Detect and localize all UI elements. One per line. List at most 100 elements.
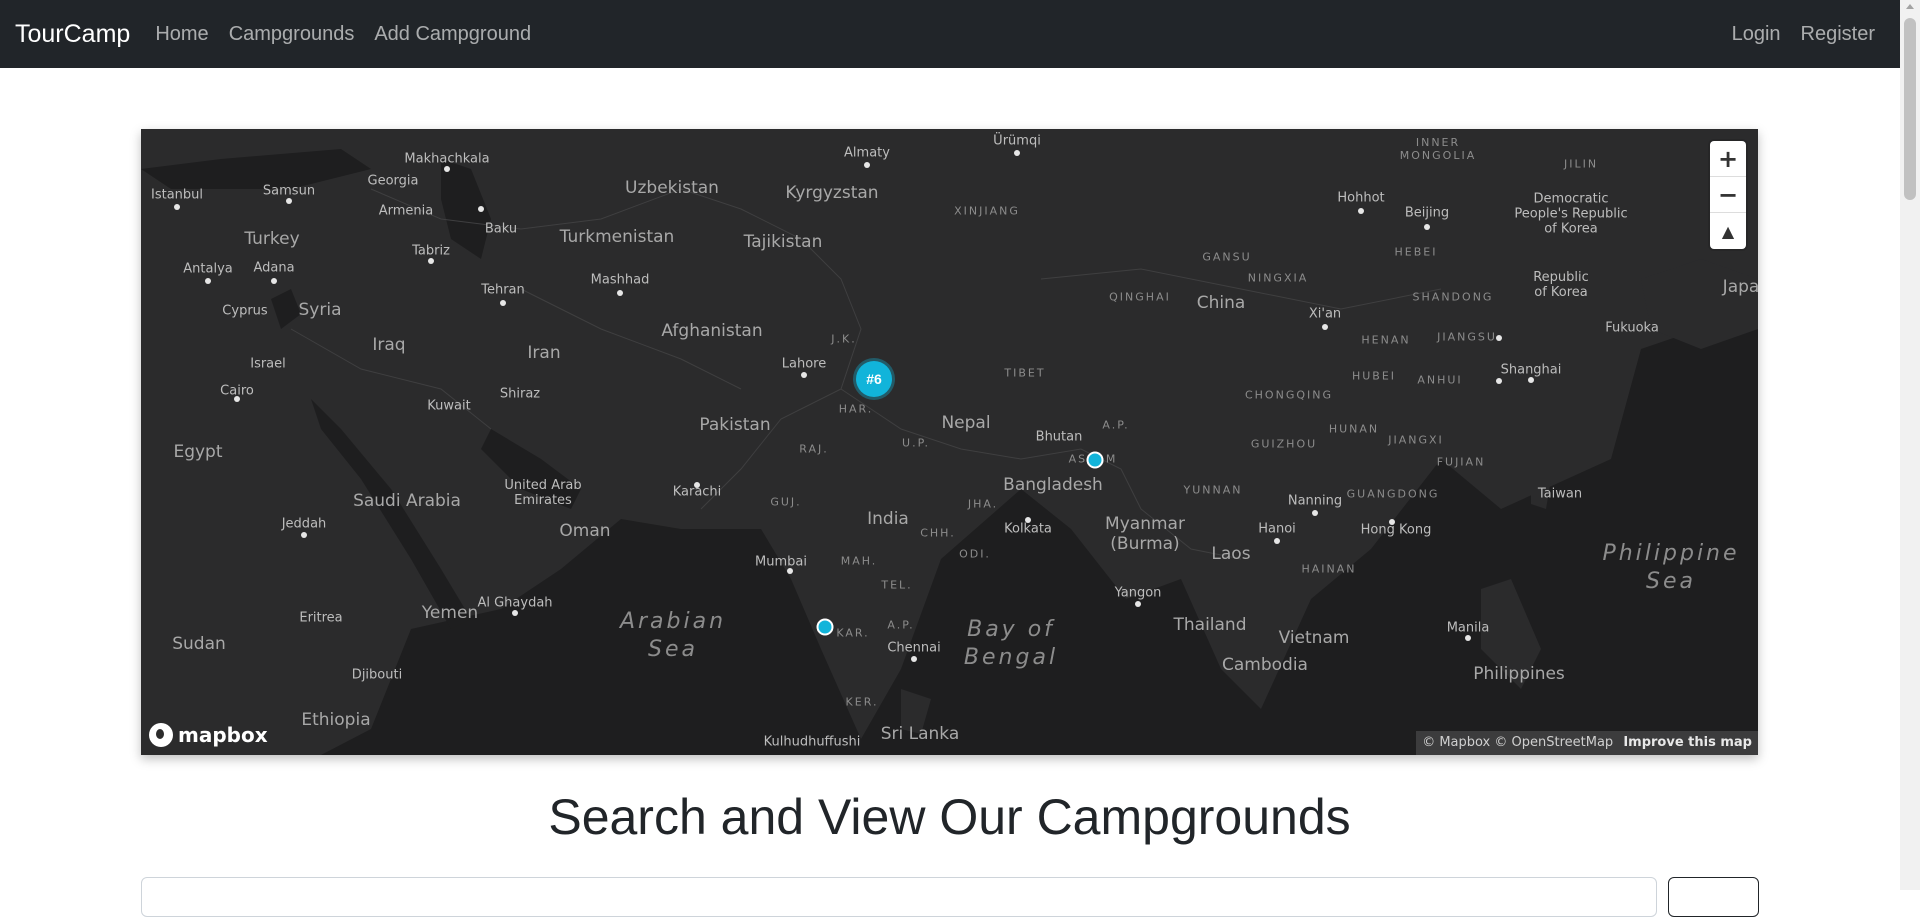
city-dot: [911, 656, 917, 662]
map-label-country: Sudan: [172, 634, 226, 654]
map-label-city: Kolkata: [1004, 521, 1052, 537]
map-label-region: SHANDONG: [1412, 290, 1494, 304]
map-label-region: NINGXIA: [1247, 271, 1309, 285]
scroll-up-icon[interactable]: [1906, 4, 1914, 9]
map-label-region: YUNNAN: [1183, 483, 1243, 497]
map-label-city: Baku: [484, 221, 518, 237]
scroll-thumb[interactable]: [1904, 18, 1916, 200]
map-label-city: Samsun: [262, 183, 316, 199]
map-label-city: Shanghai: [1500, 362, 1562, 378]
nav-login[interactable]: Login: [1732, 23, 1781, 46]
mapbox-logo-icon: [149, 723, 173, 747]
city-dot: [271, 278, 277, 284]
improve-map-link[interactable]: Improve this map: [1623, 735, 1752, 750]
city-dot: [205, 278, 211, 284]
map-label-city: Democratic People's Republic of Korea: [1514, 191, 1628, 237]
map-label-region: JHA.: [967, 497, 999, 511]
map-label-country: Philippines: [1473, 664, 1565, 684]
city-dot: [428, 258, 434, 264]
map-label-region: JIANGSU: [1437, 330, 1497, 344]
zoom-out-button[interactable]: −: [1710, 177, 1746, 213]
map-label-city: Tabriz: [412, 243, 450, 259]
city-dot: [1358, 208, 1364, 214]
city-dot: [1274, 538, 1280, 544]
map-label-city: Jeddah: [281, 516, 327, 532]
city-dot: [174, 204, 180, 210]
map-label-region: GANSU: [1202, 250, 1252, 264]
cluster-marker[interactable]: #6: [856, 361, 892, 397]
map-label-region: CHH.: [920, 526, 956, 540]
city-dot: [512, 610, 518, 616]
nav-home[interactable]: Home: [155, 23, 208, 46]
city-dot: [500, 300, 506, 306]
search-input[interactable]: [141, 877, 1657, 917]
map-label-country: India: [867, 509, 909, 529]
map-label-region: TIBET: [1004, 366, 1046, 380]
mapbox-logo[interactable]: mapbox: [149, 723, 268, 747]
city-dot: [1312, 510, 1318, 516]
map-label-country: Turkey: [244, 229, 300, 249]
map-label-country: Tajikistan: [743, 232, 823, 252]
map-navigation-control: + − ▲: [1710, 141, 1746, 249]
page-scrollbar[interactable]: [1900, 0, 1920, 890]
city-dot: [301, 532, 307, 538]
map-label-country: Iran: [527, 343, 561, 363]
map-label-sea: Arabian Sea: [619, 609, 727, 662]
search-button[interactable]: [1668, 877, 1759, 917]
map-label-city: Georgia: [367, 173, 419, 189]
nav-campgrounds[interactable]: Campgrounds: [229, 23, 355, 46]
city-dot: [1496, 378, 1502, 384]
map-label-region: HAR.: [838, 402, 874, 416]
map-label-city: Ürümqi: [993, 133, 1041, 149]
map-label-region: HUNAN: [1328, 422, 1380, 436]
map-label-country: Myanmar (Burma): [1105, 514, 1185, 554]
compass-button[interactable]: ▲: [1710, 213, 1746, 249]
nav-add-campground[interactable]: Add Campground: [374, 23, 531, 46]
map-label-region: TEL.: [881, 578, 913, 592]
nav-register[interactable]: Register: [1801, 23, 1875, 46]
map-label-region: GUIZHOU: [1250, 437, 1318, 451]
map-label-city: Makhachkala: [404, 151, 490, 167]
map-label-country: Afghanistan: [661, 321, 763, 341]
campground-marker[interactable]: [816, 618, 834, 636]
map-label-city: Republic of Korea: [1533, 270, 1589, 300]
map-label-city: Hong Kong: [1360, 522, 1432, 538]
map-label-city: Adana: [253, 260, 295, 276]
map-label-region: JIANGXI: [1388, 433, 1444, 447]
map-label-region: CHONGQING: [1244, 388, 1334, 402]
map-label-region: FUJIAN: [1436, 455, 1486, 469]
map-label-city: Kuwait: [427, 398, 471, 414]
map-label-country: Ethiopia: [301, 710, 371, 730]
city-dot: [478, 206, 484, 212]
brand-link[interactable]: TourCamp: [15, 20, 130, 49]
map-label-country: Kyrgyzstan: [785, 183, 879, 203]
map-label-city: Armenia: [378, 203, 434, 219]
map-label-region: KER.: [845, 695, 879, 709]
city-dot: [1465, 635, 1471, 641]
map-label-country: Uzbekistan: [625, 178, 719, 198]
map-label-city: Yangon: [1114, 585, 1162, 601]
map-label-city: Manila: [1446, 620, 1490, 636]
map-label-country: Pakistan: [699, 415, 771, 435]
map-label-city: Almaty: [844, 145, 890, 161]
map-label-city: Djibouti: [351, 667, 403, 683]
zoom-in-button[interactable]: +: [1710, 141, 1746, 177]
map-label-region: A.P.: [887, 618, 915, 632]
attribution-text[interactable]: © Mapbox © OpenStreetMap: [1422, 735, 1613, 750]
cluster-map[interactable]: Istanbul Samsun Makhachkala Georgia Armenia B…: [141, 129, 1758, 755]
page-heading: Search and View Our Campgrounds: [548, 789, 1351, 845]
map-label-city: Chennai: [887, 640, 941, 656]
map-label-region: JILIN: [1563, 157, 1599, 171]
map-label-city: Hanoi: [1258, 521, 1296, 537]
map-label-region: KAR.: [836, 626, 870, 640]
navbar: TourCamp Home Campgrounds Add Campground…: [0, 0, 1900, 68]
campground-marker[interactable]: [1086, 451, 1104, 469]
map-label-sea: Philippine Sea: [1602, 541, 1740, 594]
map-label-city: Antalya: [183, 261, 233, 277]
map-label-region: J.K.: [831, 332, 857, 346]
city-dot: [1528, 377, 1534, 383]
city-dot: [1322, 324, 1328, 330]
map-label-city: Cyprus: [222, 303, 268, 319]
map-label-city: Israel: [250, 356, 286, 372]
map-label-region: ODI.: [959, 547, 991, 561]
